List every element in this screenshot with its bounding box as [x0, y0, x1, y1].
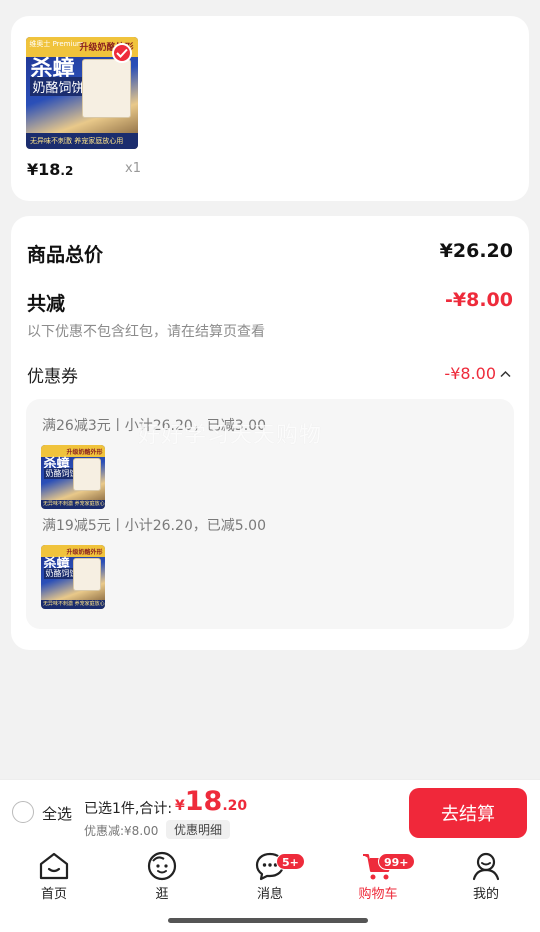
product-image-footer: 无异味不刺激 养宠家庭放心用 [41, 600, 105, 609]
cart-badge: 99+ [378, 853, 415, 870]
selected-count: 已选1件,合计: [84, 801, 173, 817]
tab-label: 逛 [155, 887, 169, 902]
checkout-total: ¥18.20 [175, 786, 248, 817]
tab-label: 我的 [472, 887, 499, 902]
select-all-radio[interactable] [12, 801, 34, 823]
product-band-label: 升级奶酪外形 [66, 448, 103, 456]
tab-cart[interactable]: 购物车 99+ [324, 851, 432, 905]
product-box-graphic [82, 59, 132, 118]
home-icon [39, 852, 69, 880]
product-image-subtitle: 奶酪饲饼 [30, 77, 87, 97]
product-box-graphic [73, 457, 102, 492]
discount-note: 以下优惠不包含红包，请在结算页查看 [27, 324, 265, 340]
tab-browse[interactable]: 逛 [108, 851, 216, 905]
face-icon [147, 851, 177, 881]
cart-item-card: 维奥士 Premium 升级奶酪外形 杀蟑 奶酪饲饼 无异味不刺激 养宠家庭放心… [11, 16, 529, 201]
chevron-up-icon [500, 370, 511, 377]
discount-label: 共减 [27, 293, 66, 315]
product-box-graphic [73, 557, 102, 592]
product-image[interactable]: 维奥士 Premium 升级奶酪外形 杀蟑 奶酪饲饼 无异味不刺激 养宠家庭放心… [26, 37, 138, 149]
checkout-button[interactable]: 去结算 [409, 788, 527, 838]
discount-detail-button[interactable]: 优惠明细 [166, 820, 231, 839]
coupon-toggle[interactable]: -¥8.00 [444, 364, 511, 383]
profile-icon [472, 852, 500, 881]
total-value: ¥26.20 [439, 240, 513, 262]
coupon-product-image: 升级奶酪外形 杀蟑 奶酪饲饼 无异味不刺激 养宠家庭放心用 [41, 445, 105, 509]
tab-label: 首页 [40, 887, 67, 902]
tab-label: 购物车 [358, 887, 398, 902]
coupon-value: -¥8.00 [444, 364, 496, 383]
select-all-label[interactable]: 全选 [42, 803, 72, 824]
selected-check-icon[interactable] [112, 43, 132, 63]
item-price: ¥18.2 [27, 160, 74, 179]
coupon-label: 优惠券 [27, 367, 78, 387]
checkout-discount: 优惠减:¥8.00 [84, 824, 159, 838]
product-image-footer: 无异味不刺激 养宠家庭放心用 [26, 133, 138, 149]
checkout-bar: 全选 已选1件,合计: ¥18.20 优惠减:¥8.00 优惠明细 去结算 [0, 779, 540, 845]
message-badge: 5+ [276, 853, 305, 870]
discount-value: -¥8.00 [445, 289, 513, 311]
product-brand: 维奥士 Premium [29, 40, 84, 49]
item-quantity: x1 [125, 161, 141, 176]
product-band-label: 升级奶酪外形 [66, 548, 103, 556]
tab-home[interactable]: 首页 [0, 851, 108, 905]
tab-profile[interactable]: 我的 [432, 851, 540, 905]
tab-label: 消息 [256, 887, 283, 902]
coupon-line: 满19减5元丨小计26.20，已减5.00 [42, 518, 266, 534]
product-image-footer: 无异味不刺激 养宠家庭放心用 [41, 500, 105, 509]
total-label: 商品总价 [27, 244, 104, 266]
tab-messages[interactable]: 消息 5+ [216, 851, 324, 905]
coupon-product-image: 升级奶酪外形 杀蟑 奶酪饲饼 无异味不刺激 养宠家庭放心用 [41, 545, 105, 609]
watermark: 好好学习天天购物 [138, 423, 323, 448]
home-indicator [168, 918, 368, 923]
